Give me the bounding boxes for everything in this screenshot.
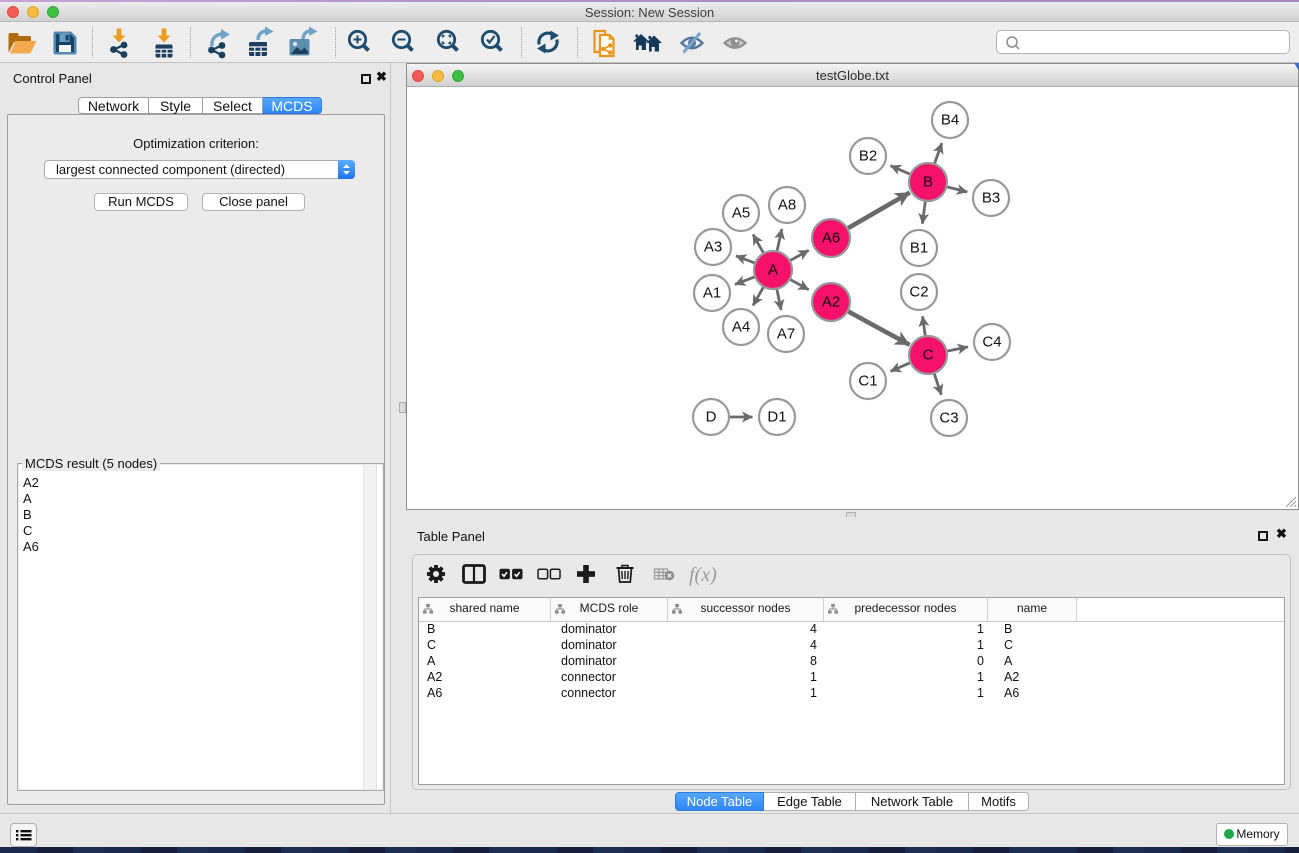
svg-text:A7: A7 [777,326,795,343]
svg-text:C2: C2 [909,284,928,301]
svg-text:f(x): f(x) [689,564,717,586]
svg-text:C1: C1 [858,373,877,390]
svg-text:B2: B2 [859,148,877,165]
svg-text:A8: A8 [778,197,796,214]
svg-text:A2: A2 [822,294,840,311]
svg-text:A4: A4 [732,319,750,336]
svg-text:C: C [923,347,934,364]
svg-text:A: A [768,262,778,279]
svg-text:C3: C3 [939,410,958,427]
svg-text:B1: B1 [910,240,928,257]
svg-text:A1: A1 [703,285,721,302]
svg-text:C4: C4 [982,334,1001,351]
svg-text:B4: B4 [941,112,959,129]
svg-text:B3: B3 [982,190,1000,207]
svg-text:B: B [923,174,933,191]
svg-text:A5: A5 [732,205,750,222]
svg-text:D: D [706,409,717,426]
svg-text:A6: A6 [822,230,840,247]
svg-text:A3: A3 [704,239,722,256]
svg-text:D1: D1 [767,409,786,426]
